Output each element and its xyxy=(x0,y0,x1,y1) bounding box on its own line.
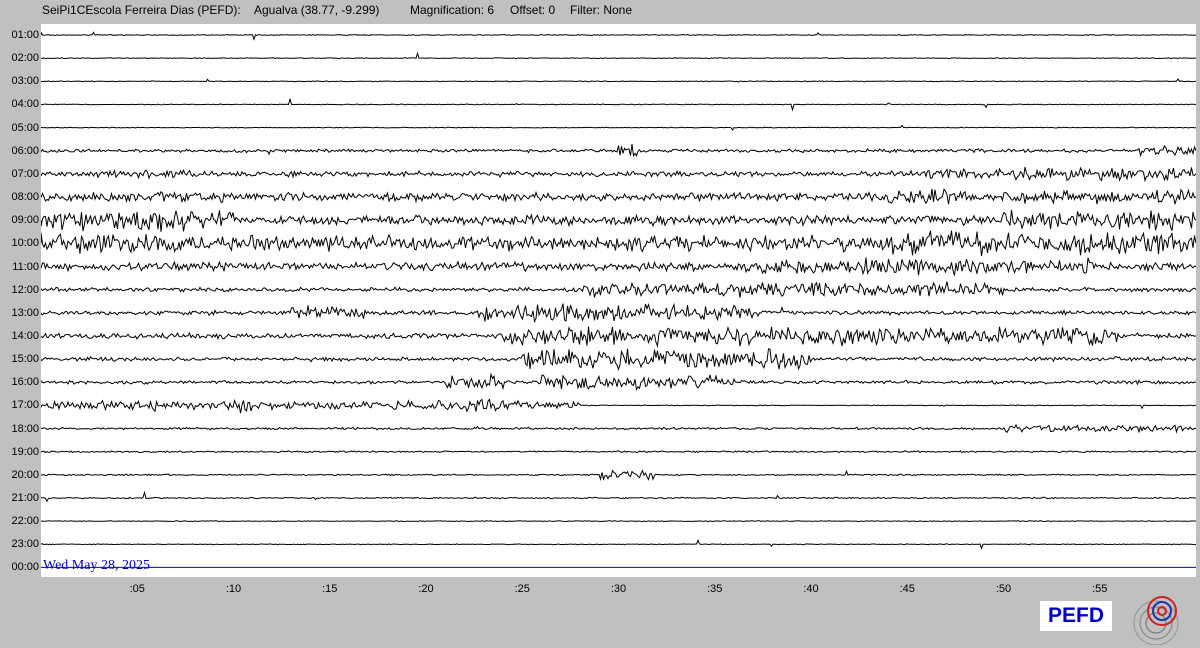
hour-label: 01:00 xyxy=(11,29,39,41)
hour-label: 21:00 xyxy=(11,492,39,504)
filter-readout: Filter: None xyxy=(570,3,633,17)
header-bar: SeiPi1CEscola Ferreira Dias (PEFD): Agua… xyxy=(0,0,1200,22)
trace-line xyxy=(41,166,1196,183)
observatory-logo-icon xyxy=(1133,596,1179,645)
minute-tick-label: :35 xyxy=(707,583,723,595)
hour-label: 08:00 xyxy=(11,191,39,204)
hour-label: 16:00 xyxy=(11,376,39,389)
hour-label: 00:00 xyxy=(11,561,39,574)
trace-line xyxy=(41,281,1196,298)
trace-line xyxy=(41,450,1196,454)
helicorder-svg xyxy=(41,31,1196,568)
trace-line xyxy=(41,31,1196,41)
trace-line xyxy=(41,398,1196,414)
hour-label: 06:00 xyxy=(11,144,39,157)
trace-line xyxy=(41,423,1196,434)
hour-label: 17:00 xyxy=(11,399,39,412)
hour-label: 20:00 xyxy=(11,468,39,481)
hour-label: 04:00 xyxy=(11,98,39,111)
minute-tick-label: :25 xyxy=(514,583,530,595)
minute-tick-label: :15 xyxy=(322,583,338,595)
hour-label: 15:00 xyxy=(11,353,39,366)
trace-line xyxy=(41,538,1196,550)
hour-label: 23:00 xyxy=(11,538,39,551)
trace-line xyxy=(41,520,1196,523)
trace-line xyxy=(41,124,1196,131)
trace-line xyxy=(41,302,1196,324)
hour-label: 09:00 xyxy=(11,214,39,227)
hour-label: 10:00 xyxy=(11,237,39,250)
station-location: Agualva (38.77, -9.299) xyxy=(254,3,380,17)
hour-label: 05:00 xyxy=(11,121,39,134)
hour-label: 03:00 xyxy=(11,75,39,88)
hour-label: 14:00 xyxy=(11,329,39,342)
trace-line xyxy=(41,98,1196,112)
station-name: SeiPi1CEscola Ferreira Dias (PEFD): xyxy=(42,3,241,17)
date-label: Wed May 28, 2025 xyxy=(43,558,150,573)
hour-label: 22:00 xyxy=(11,515,39,528)
trace-line xyxy=(41,490,1196,503)
minute-tick-label: :45 xyxy=(899,583,915,595)
hour-label: 12:00 xyxy=(11,283,39,296)
minute-tick-label: :40 xyxy=(803,583,819,595)
minute-tick-label: :20 xyxy=(418,583,434,595)
seismogram-plot[interactable] xyxy=(41,24,1196,577)
hour-label: 07:00 xyxy=(11,167,39,180)
trace-line xyxy=(41,325,1196,348)
station-badge: PEFD xyxy=(1040,601,1112,631)
hour-label: 18:00 xyxy=(11,422,39,435)
trace-line xyxy=(41,469,1196,482)
trace-line xyxy=(41,51,1196,60)
minute-tick-label: :55 xyxy=(1092,583,1108,595)
trace-line xyxy=(41,144,1196,158)
minute-tick-label: :05 xyxy=(129,583,145,595)
hour-label: 02:00 xyxy=(11,52,39,65)
trace-line xyxy=(41,230,1196,256)
hour-label: 19:00 xyxy=(11,445,39,458)
minute-tick-label: :30 xyxy=(610,583,627,595)
magnification-readout: Magnification: 6 xyxy=(410,3,495,17)
minute-tick-label: :50 xyxy=(995,583,1012,595)
trace-line xyxy=(41,372,1196,391)
trace-line xyxy=(41,188,1196,205)
minute-tick-label: :10 xyxy=(225,583,242,595)
trace-line xyxy=(41,209,1196,232)
hour-label: 11:00 xyxy=(12,260,39,273)
trace-line xyxy=(41,348,1196,371)
trace-line xyxy=(41,257,1196,276)
offset-readout: Offset: 0 xyxy=(510,3,556,17)
hour-label: 13:00 xyxy=(11,306,39,319)
trace-line xyxy=(41,78,1196,83)
